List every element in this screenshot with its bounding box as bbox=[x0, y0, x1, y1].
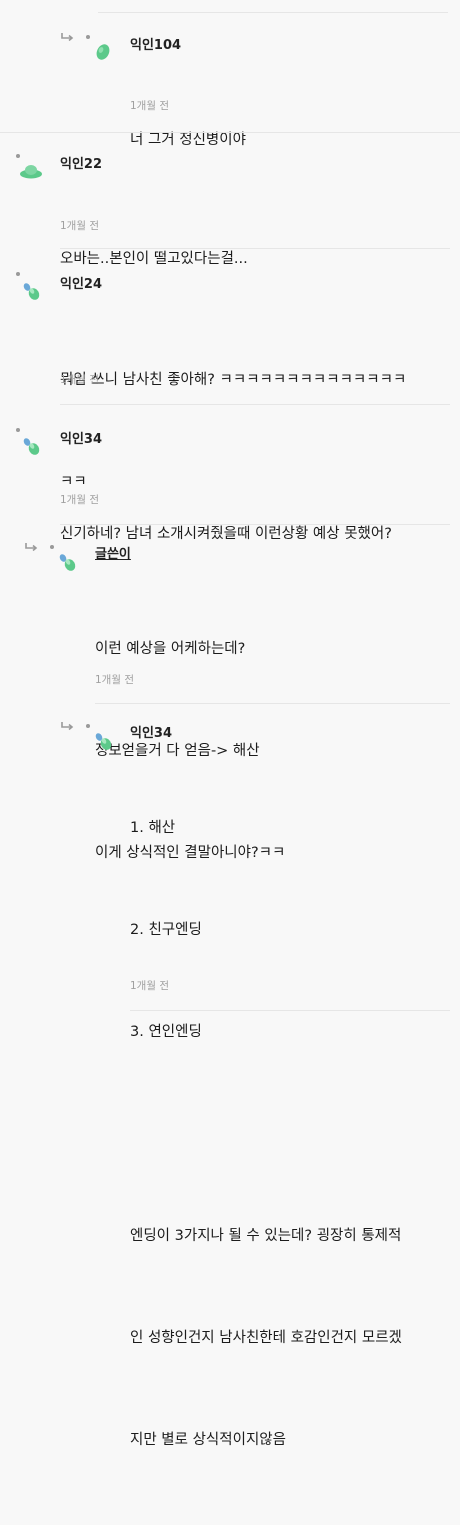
comment-text: 1. 해산 2. 친구엔딩 3. 연인엔딩 엔딩이 3가지나 될 수 있는데? … bbox=[130, 743, 402, 1525]
separator bbox=[95, 703, 450, 704]
comment-time: 1개월 전 bbox=[60, 220, 99, 232]
comment-line: 2. 친구엔딩 bbox=[130, 922, 202, 938]
avatar-icon[interactable] bbox=[56, 551, 78, 573]
comment-time: 1개월 전 bbox=[95, 674, 134, 686]
avatar-icon[interactable] bbox=[92, 730, 114, 752]
comment-time: 1개월 전 bbox=[60, 374, 99, 386]
status-dot bbox=[16, 154, 20, 158]
status-dot bbox=[50, 545, 54, 549]
reply-arrow-icon bbox=[61, 33, 74, 42]
comment-line: 이런 예상을 어케하는데? bbox=[95, 641, 246, 657]
reply-arrow-icon bbox=[25, 543, 38, 552]
comment-line: 뭐임 쓰니 남사친 좋아해? ㅋㅋㅋㅋㅋㅋㅋㅋㅋㅋㅋㅋㅋㅋ bbox=[60, 372, 407, 388]
status-dot bbox=[16, 272, 20, 276]
separator bbox=[130, 1010, 450, 1011]
commenter-name[interactable]: 익인104 bbox=[130, 34, 181, 53]
status-dot bbox=[86, 35, 90, 39]
separator bbox=[98, 12, 448, 13]
comment-line: 3. 연인엔딩 bbox=[130, 1024, 202, 1040]
commenter-name[interactable]: 익인34 bbox=[130, 722, 172, 741]
avatar-icon[interactable] bbox=[20, 435, 42, 457]
comment-line: 인 성향인건지 남사친한테 호감인건지 모르겠 bbox=[130, 1330, 402, 1346]
status-dot bbox=[16, 428, 20, 432]
avatar-icon[interactable] bbox=[20, 280, 42, 302]
comment-line: 엔딩이 3가지나 될 수 있는데? 굉장히 통제적 bbox=[130, 1228, 402, 1244]
separator bbox=[0, 132, 460, 133]
comment-time: 1개월 전 bbox=[130, 980, 169, 992]
avatar-icon[interactable] bbox=[18, 162, 44, 180]
comment-line: 너 그거 정신병이야 bbox=[130, 132, 246, 148]
comment-line: 지만 별로 상식적이지않음 bbox=[130, 1432, 286, 1448]
separator bbox=[60, 404, 450, 405]
comment-time: 1개월 전 bbox=[60, 494, 99, 506]
comment-line: 1. 해산 bbox=[130, 820, 176, 836]
separator bbox=[60, 248, 450, 249]
reply-arrow-icon bbox=[61, 722, 74, 731]
comment-line bbox=[130, 1117, 402, 1151]
commenter-name[interactable]: 익인24 bbox=[60, 273, 102, 292]
commenter-name[interactable]: 익인34 bbox=[60, 428, 102, 447]
status-dot bbox=[86, 724, 90, 728]
commenter-name[interactable]: 익인22 bbox=[60, 153, 102, 172]
author-name[interactable]: 글쓴이 bbox=[95, 543, 131, 562]
avatar-icon[interactable] bbox=[92, 41, 114, 63]
separator bbox=[60, 524, 450, 525]
comment-time: 1개월 전 bbox=[130, 100, 169, 112]
